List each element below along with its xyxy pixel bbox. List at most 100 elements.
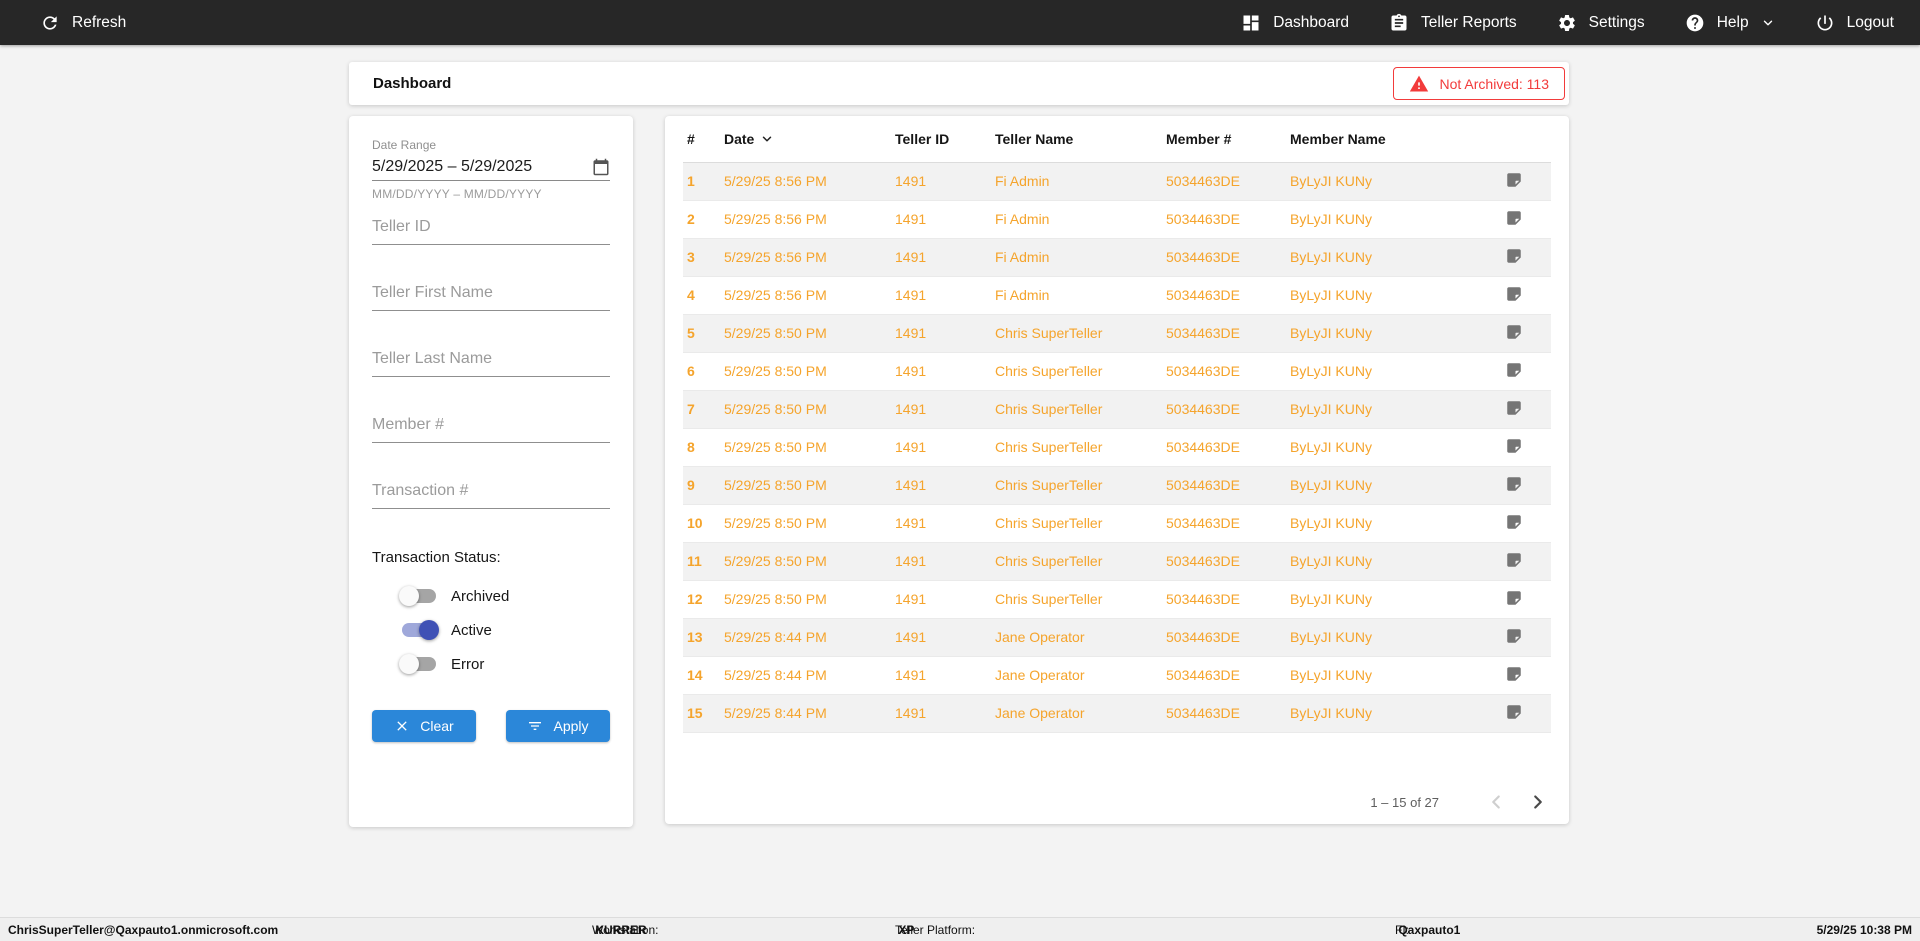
not-archived-badge[interactable]: Not Archived: 113 xyxy=(1392,67,1565,100)
row-number: 2 xyxy=(683,200,720,239)
row-date: 5/29/25 8:50 PM xyxy=(720,314,891,353)
table-row[interactable]: 5 5/29/25 8:50 PM 1491 Chris SuperTeller… xyxy=(683,314,1551,353)
table-row[interactable]: 9 5/29/25 8:50 PM 1491 Chris SuperTeller… xyxy=(683,466,1551,505)
note-icon[interactable] xyxy=(1505,171,1523,189)
col-header-teller-name[interactable]: Teller Name xyxy=(991,116,1162,163)
toggle-error[interactable] xyxy=(399,654,436,674)
row-member-name: ByLyJI KUNy xyxy=(1286,618,1476,657)
current-datetime: 5/29/25 10:38 PM xyxy=(1816,922,1912,937)
warning-triangle-icon xyxy=(1409,74,1429,94)
table-row[interactable]: 14 5/29/25 8:44 PM 1491 Jane Operator 50… xyxy=(683,656,1551,695)
table-row[interactable]: 1 5/29/25 8:56 PM 1491 Fi Admin 5034463D… xyxy=(683,162,1551,201)
table-row[interactable]: 11 5/29/25 8:50 PM 1491 Chris SuperTelle… xyxy=(683,542,1551,581)
nav-settings[interactable]: Settings xyxy=(1557,13,1645,33)
note-icon[interactable] xyxy=(1505,589,1523,607)
member-number-input[interactable] xyxy=(372,416,610,443)
row-member-name: ByLyJI KUNy xyxy=(1286,276,1476,315)
row-teller-name: Chris SuperTeller xyxy=(991,580,1162,619)
row-member-num: 5034463DE xyxy=(1162,466,1286,505)
toggle-active[interactable] xyxy=(402,620,439,640)
row-member-name: ByLyJI KUNy xyxy=(1286,352,1476,391)
nav-dashboard[interactable]: Dashboard xyxy=(1241,13,1349,33)
row-teller-name: Chris SuperTeller xyxy=(991,352,1162,391)
clear-button[interactable]: Clear xyxy=(372,710,476,742)
row-member-num: 5034463DE xyxy=(1162,618,1286,657)
note-icon[interactable] xyxy=(1505,399,1523,417)
row-teller-id: 1491 xyxy=(891,618,991,657)
transaction-number-input[interactable] xyxy=(372,482,610,509)
table-row[interactable]: 10 5/29/25 8:50 PM 1491 Chris SuperTelle… xyxy=(683,504,1551,543)
note-icon[interactable] xyxy=(1505,437,1523,455)
note-icon[interactable] xyxy=(1505,513,1523,531)
table-row[interactable]: 6 5/29/25 8:50 PM 1491 Chris SuperTeller… xyxy=(683,352,1551,391)
row-date: 5/29/25 8:50 PM xyxy=(720,542,891,581)
note-icon[interactable] xyxy=(1505,323,1523,341)
note-icon[interactable] xyxy=(1505,627,1523,645)
table-row[interactable]: 3 5/29/25 8:56 PM 1491 Fi Admin 5034463D… xyxy=(683,238,1551,277)
row-number: 4 xyxy=(683,276,720,315)
table-row[interactable]: 4 5/29/25 8:56 PM 1491 Fi Admin 5034463D… xyxy=(683,276,1551,315)
teller-platform-info: Teller Platform: XP xyxy=(895,922,976,937)
note-icon[interactable] xyxy=(1505,285,1523,303)
transaction-status-label: Transaction Status: xyxy=(372,549,501,566)
nav-teller-reports[interactable]: Teller Reports xyxy=(1389,13,1517,33)
date-range-underline xyxy=(372,180,610,181)
teller-first-name-input[interactable] xyxy=(372,284,610,311)
col-header-num[interactable]: # xyxy=(683,116,720,163)
row-teller-name: Jane Operator xyxy=(991,656,1162,695)
row-member-num: 5034463DE xyxy=(1162,238,1286,277)
date-range-value: 5/29/2025 – 5/29/2025 xyxy=(372,158,533,175)
col-header-member-num[interactable]: Member # xyxy=(1162,116,1286,163)
table-row[interactable]: 13 5/29/25 8:44 PM 1491 Jane Operator 50… xyxy=(683,618,1551,657)
filters-panel: Date Range 5/29/2025 – 5/29/2025 MM/DD/Y… xyxy=(349,116,633,827)
row-member-num: 5034463DE xyxy=(1162,162,1286,201)
col-header-member-name[interactable]: Member Name xyxy=(1286,116,1476,163)
note-icon[interactable] xyxy=(1505,247,1523,265)
col-header-teller-id[interactable]: Teller ID xyxy=(891,116,991,163)
teller-id-input[interactable] xyxy=(372,218,610,245)
row-teller-id: 1491 xyxy=(891,238,991,277)
nav-logout[interactable]: Logout xyxy=(1815,13,1894,33)
note-icon[interactable] xyxy=(1505,551,1523,569)
table-row[interactable]: 8 5/29/25 8:50 PM 1491 Chris SuperTeller… xyxy=(683,428,1551,467)
next-page-icon[interactable] xyxy=(1527,791,1549,813)
row-member-num: 5034463DE xyxy=(1162,542,1286,581)
table-row[interactable]: 15 5/29/25 8:44 PM 1491 Jane Operator 50… xyxy=(683,694,1551,733)
table-row[interactable]: 2 5/29/25 8:56 PM 1491 Fi Admin 5034463D… xyxy=(683,200,1551,239)
status-toggle-label: Archived xyxy=(451,587,510,605)
note-icon[interactable] xyxy=(1505,209,1523,227)
date-format-hint: MM/DD/YYYY – MM/DD/YYYY xyxy=(372,187,542,201)
col-header-date[interactable]: Date xyxy=(720,116,891,163)
row-number: 1 xyxy=(683,162,720,201)
row-date: 5/29/25 8:56 PM xyxy=(720,200,891,239)
nav-settings-label: Settings xyxy=(1588,13,1645,31)
note-icon[interactable] xyxy=(1505,665,1523,683)
row-member-num: 5034463DE xyxy=(1162,276,1286,315)
note-icon[interactable] xyxy=(1505,475,1523,493)
row-number: 3 xyxy=(683,238,720,277)
apply-button[interactable]: Apply xyxy=(506,710,610,742)
note-icon[interactable] xyxy=(1505,361,1523,379)
row-member-name: ByLyJI KUNy xyxy=(1286,466,1476,505)
nav-help[interactable]: Help xyxy=(1685,13,1775,33)
toggle-thumb xyxy=(399,586,419,606)
toggle-archived[interactable] xyxy=(399,586,436,606)
table-row[interactable]: 12 5/29/25 8:50 PM 1491 Chris SuperTelle… xyxy=(683,580,1551,619)
teller-last-name-input[interactable] xyxy=(372,350,610,377)
row-teller-name: Chris SuperTeller xyxy=(991,390,1162,429)
table-row[interactable]: 7 5/29/25 8:50 PM 1491 Chris SuperTeller… xyxy=(683,390,1551,429)
row-number: 10 xyxy=(683,504,720,543)
table-body: 1 5/29/25 8:56 PM 1491 Fi Admin 5034463D… xyxy=(683,162,1551,733)
row-teller-name: Fi Admin xyxy=(991,200,1162,239)
refresh-button[interactable]: Refresh xyxy=(40,13,126,33)
table-header-row: # Date Teller ID Teller Name Member # Me… xyxy=(683,116,1551,163)
row-member-num: 5034463DE xyxy=(1162,200,1286,239)
previous-page-icon[interactable] xyxy=(1485,791,1507,813)
power-icon xyxy=(1815,13,1835,33)
row-number: 8 xyxy=(683,428,720,467)
calendar-icon[interactable] xyxy=(592,158,610,176)
note-icon[interactable] xyxy=(1505,703,1523,721)
row-member-name: ByLyJI KUNy xyxy=(1286,238,1476,277)
row-teller-id: 1491 xyxy=(891,656,991,695)
date-range-value-row[interactable]: 5/29/2025 – 5/29/2025 xyxy=(372,158,610,176)
